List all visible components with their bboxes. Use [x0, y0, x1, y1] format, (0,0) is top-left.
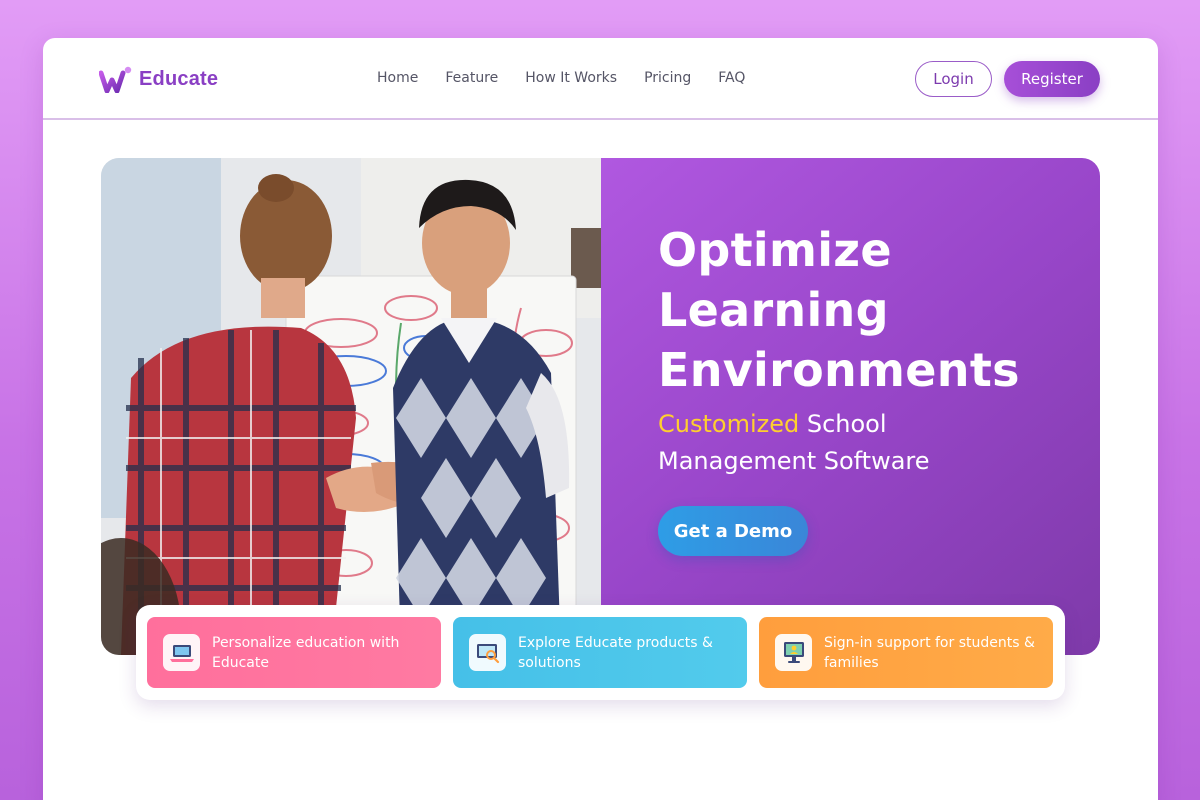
- register-button[interactable]: Register: [1004, 61, 1100, 97]
- nav-pricing[interactable]: Pricing: [644, 70, 691, 86]
- nav-how-it-works[interactable]: How It Works: [525, 70, 617, 86]
- page-frame: Educate Home Feature How It Works Pricin…: [43, 38, 1158, 800]
- nav-faq[interactable]: FAQ: [718, 70, 745, 86]
- feature-card-explore[interactable]: Explore Educate products & solutions: [453, 617, 747, 688]
- search-screen-icon: [469, 634, 506, 671]
- hero-text-panel: Optimize Learning Environments Customize…: [601, 158, 1100, 655]
- login-button[interactable]: Login: [915, 61, 992, 97]
- feature-cards: Personalize education with Educate Explo…: [136, 605, 1065, 700]
- hero-title: Optimize Learning Environments: [658, 220, 1078, 400]
- hero-title-line: Environments: [658, 343, 1020, 397]
- laptop-icon: [163, 634, 200, 671]
- feature-card-text: Explore Educate products & solutions: [518, 634, 713, 671]
- brand[interactable]: Educate: [99, 65, 218, 93]
- hero-subtitle-accent: Customized: [658, 410, 800, 438]
- hero-section: Optimize Learning Environments Customize…: [101, 158, 1100, 655]
- nav-home[interactable]: Home: [377, 70, 418, 86]
- hero-title-line: Optimize: [658, 223, 892, 277]
- feature-card-personalize[interactable]: Personalize education with Educate: [147, 617, 441, 688]
- nav-feature[interactable]: Feature: [445, 70, 498, 86]
- feature-card-text: Personalize education with Educate: [212, 634, 400, 671]
- handshake-illustration: [101, 158, 601, 655]
- main-menu: Home Feature How It Works Pricing FAQ: [377, 70, 772, 86]
- top-navbar: Educate Home Feature How It Works Pricin…: [43, 38, 1158, 120]
- monitor-user-icon: [775, 634, 812, 671]
- brand-name: Educate: [139, 67, 219, 90]
- hero-photo-handshake: [101, 158, 601, 655]
- hero-subtitle-rest: School: [799, 410, 887, 438]
- educate-logo-icon: [99, 66, 132, 93]
- hero-subtitle: Customized School Management Software: [658, 406, 1038, 480]
- feature-card-text: Sign-in support for students & families: [824, 634, 1035, 671]
- feature-card-signin[interactable]: Sign-in support for students & families: [759, 617, 1053, 688]
- hero-subtitle-line-2: Management Software: [658, 447, 930, 475]
- get-demo-button[interactable]: Get a Demo: [658, 506, 808, 556]
- hero-title-line: Learning: [658, 283, 889, 337]
